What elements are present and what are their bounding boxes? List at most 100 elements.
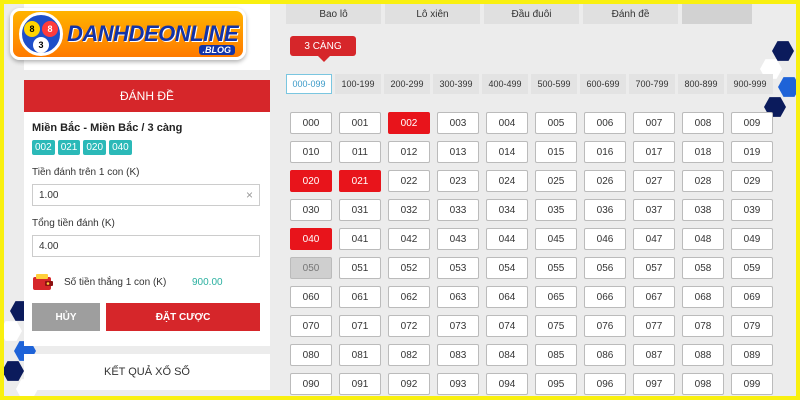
range-button[interactable]: 800-899 bbox=[678, 74, 724, 94]
number-cell[interactable]: 076 bbox=[584, 315, 626, 337]
number-cell[interactable]: 054 bbox=[486, 257, 528, 279]
number-cell[interactable]: 087 bbox=[633, 344, 675, 366]
number-cell[interactable]: 061 bbox=[339, 286, 381, 308]
range-button[interactable]: 400-499 bbox=[482, 74, 528, 94]
range-button[interactable]: 600-699 bbox=[580, 74, 626, 94]
number-cell[interactable]: 032 bbox=[388, 199, 430, 221]
number-cell[interactable]: 045 bbox=[535, 228, 577, 250]
number-cell[interactable]: 029 bbox=[731, 170, 773, 192]
number-cell[interactable]: 081 bbox=[339, 344, 381, 366]
number-cell[interactable]: 024 bbox=[486, 170, 528, 192]
number-cell[interactable]: 048 bbox=[682, 228, 724, 250]
number-cell[interactable]: 088 bbox=[682, 344, 724, 366]
number-cell[interactable]: 075 bbox=[535, 315, 577, 337]
number-cell[interactable]: 078 bbox=[682, 315, 724, 337]
amount-input[interactable]: 1.00 × bbox=[32, 184, 260, 206]
number-cell[interactable]: 064 bbox=[486, 286, 528, 308]
number-cell[interactable]: 001 bbox=[339, 112, 381, 134]
number-cell[interactable]: 012 bbox=[388, 141, 430, 163]
number-cell[interactable]: 036 bbox=[584, 199, 626, 221]
number-cell[interactable]: 013 bbox=[437, 141, 479, 163]
number-cell[interactable]: 096 bbox=[584, 373, 626, 395]
range-button[interactable]: 700-799 bbox=[629, 74, 675, 94]
number-cell[interactable]: 014 bbox=[486, 141, 528, 163]
number-cell[interactable]: 079 bbox=[731, 315, 773, 337]
number-cell[interactable]: 093 bbox=[437, 373, 479, 395]
number-cell[interactable]: 040 bbox=[290, 228, 332, 250]
number-cell[interactable]: 083 bbox=[437, 344, 479, 366]
number-cell[interactable]: 067 bbox=[633, 286, 675, 308]
number-cell[interactable]: 033 bbox=[437, 199, 479, 221]
number-cell[interactable]: 080 bbox=[290, 344, 332, 366]
number-cell[interactable]: 090 bbox=[290, 373, 332, 395]
total-input[interactable]: 4.00 bbox=[32, 235, 260, 257]
tab-danh-de[interactable]: Đánh đề bbox=[583, 4, 678, 24]
selected-chip[interactable]: 040 bbox=[109, 140, 132, 155]
number-cell[interactable]: 082 bbox=[388, 344, 430, 366]
number-cell[interactable]: 066 bbox=[584, 286, 626, 308]
number-cell[interactable]: 055 bbox=[535, 257, 577, 279]
number-cell[interactable]: 084 bbox=[486, 344, 528, 366]
range-button[interactable]: 200-299 bbox=[384, 74, 430, 94]
number-cell[interactable]: 030 bbox=[290, 199, 332, 221]
number-cell[interactable]: 046 bbox=[584, 228, 626, 250]
number-cell[interactable]: 095 bbox=[535, 373, 577, 395]
tab-dau-duoi[interactable]: Đầu đuôi bbox=[484, 4, 579, 24]
range-button[interactable]: 000-099 bbox=[286, 74, 332, 94]
number-cell[interactable]: 097 bbox=[633, 373, 675, 395]
number-cell[interactable]: 018 bbox=[682, 141, 724, 163]
number-cell[interactable]: 009 bbox=[731, 112, 773, 134]
number-cell[interactable]: 077 bbox=[633, 315, 675, 337]
selected-chip[interactable]: 020 bbox=[83, 140, 107, 155]
number-cell[interactable]: 071 bbox=[339, 315, 381, 337]
number-cell[interactable]: 002 bbox=[388, 112, 430, 134]
number-cell[interactable]: 010 bbox=[290, 141, 332, 163]
number-cell[interactable]: 099 bbox=[731, 373, 773, 395]
number-cell[interactable]: 074 bbox=[486, 315, 528, 337]
number-cell[interactable]: 053 bbox=[437, 257, 479, 279]
selected-chip[interactable]: 002 bbox=[32, 140, 55, 155]
number-cell[interactable]: 008 bbox=[682, 112, 724, 134]
number-cell[interactable]: 043 bbox=[437, 228, 479, 250]
number-cell[interactable]: 017 bbox=[633, 141, 675, 163]
number-cell[interactable]: 092 bbox=[388, 373, 430, 395]
number-cell[interactable]: 026 bbox=[584, 170, 626, 192]
number-cell[interactable]: 073 bbox=[437, 315, 479, 337]
number-cell[interactable]: 072 bbox=[388, 315, 430, 337]
number-cell[interactable]: 000 bbox=[290, 112, 332, 134]
number-cell[interactable]: 086 bbox=[584, 344, 626, 366]
number-cell[interactable]: 052 bbox=[388, 257, 430, 279]
number-cell[interactable]: 069 bbox=[731, 286, 773, 308]
number-cell[interactable]: 007 bbox=[633, 112, 675, 134]
number-cell[interactable]: 098 bbox=[682, 373, 724, 395]
number-cell[interactable]: 019 bbox=[731, 141, 773, 163]
number-cell[interactable]: 058 bbox=[682, 257, 724, 279]
number-cell[interactable]: 085 bbox=[535, 344, 577, 366]
number-cell[interactable]: 037 bbox=[633, 199, 675, 221]
number-cell[interactable]: 004 bbox=[486, 112, 528, 134]
number-cell[interactable]: 057 bbox=[633, 257, 675, 279]
number-cell[interactable]: 003 bbox=[437, 112, 479, 134]
number-cell[interactable]: 089 bbox=[731, 344, 773, 366]
number-cell[interactable]: 094 bbox=[486, 373, 528, 395]
number-cell[interactable]: 016 bbox=[584, 141, 626, 163]
number-cell[interactable]: 028 bbox=[682, 170, 724, 192]
number-cell[interactable]: 020 bbox=[290, 170, 332, 192]
range-button[interactable]: 100-199 bbox=[335, 74, 381, 94]
number-cell[interactable]: 011 bbox=[339, 141, 381, 163]
number-cell[interactable]: 062 bbox=[388, 286, 430, 308]
number-cell[interactable]: 070 bbox=[290, 315, 332, 337]
clear-icon[interactable]: × bbox=[246, 188, 253, 202]
number-cell[interactable]: 022 bbox=[388, 170, 430, 192]
three-cang-tag[interactable]: 3 CÀNG bbox=[290, 36, 356, 62]
tab-bao-lo[interactable]: Bao lô bbox=[286, 4, 381, 24]
number-cell[interactable]: 005 bbox=[535, 112, 577, 134]
number-cell[interactable]: 023 bbox=[437, 170, 479, 192]
number-cell[interactable]: 006 bbox=[584, 112, 626, 134]
number-cell[interactable]: 060 bbox=[290, 286, 332, 308]
number-cell[interactable]: 059 bbox=[731, 257, 773, 279]
number-cell[interactable]: 038 bbox=[682, 199, 724, 221]
number-cell[interactable]: 015 bbox=[535, 141, 577, 163]
number-cell[interactable]: 042 bbox=[388, 228, 430, 250]
number-cell[interactable]: 041 bbox=[339, 228, 381, 250]
